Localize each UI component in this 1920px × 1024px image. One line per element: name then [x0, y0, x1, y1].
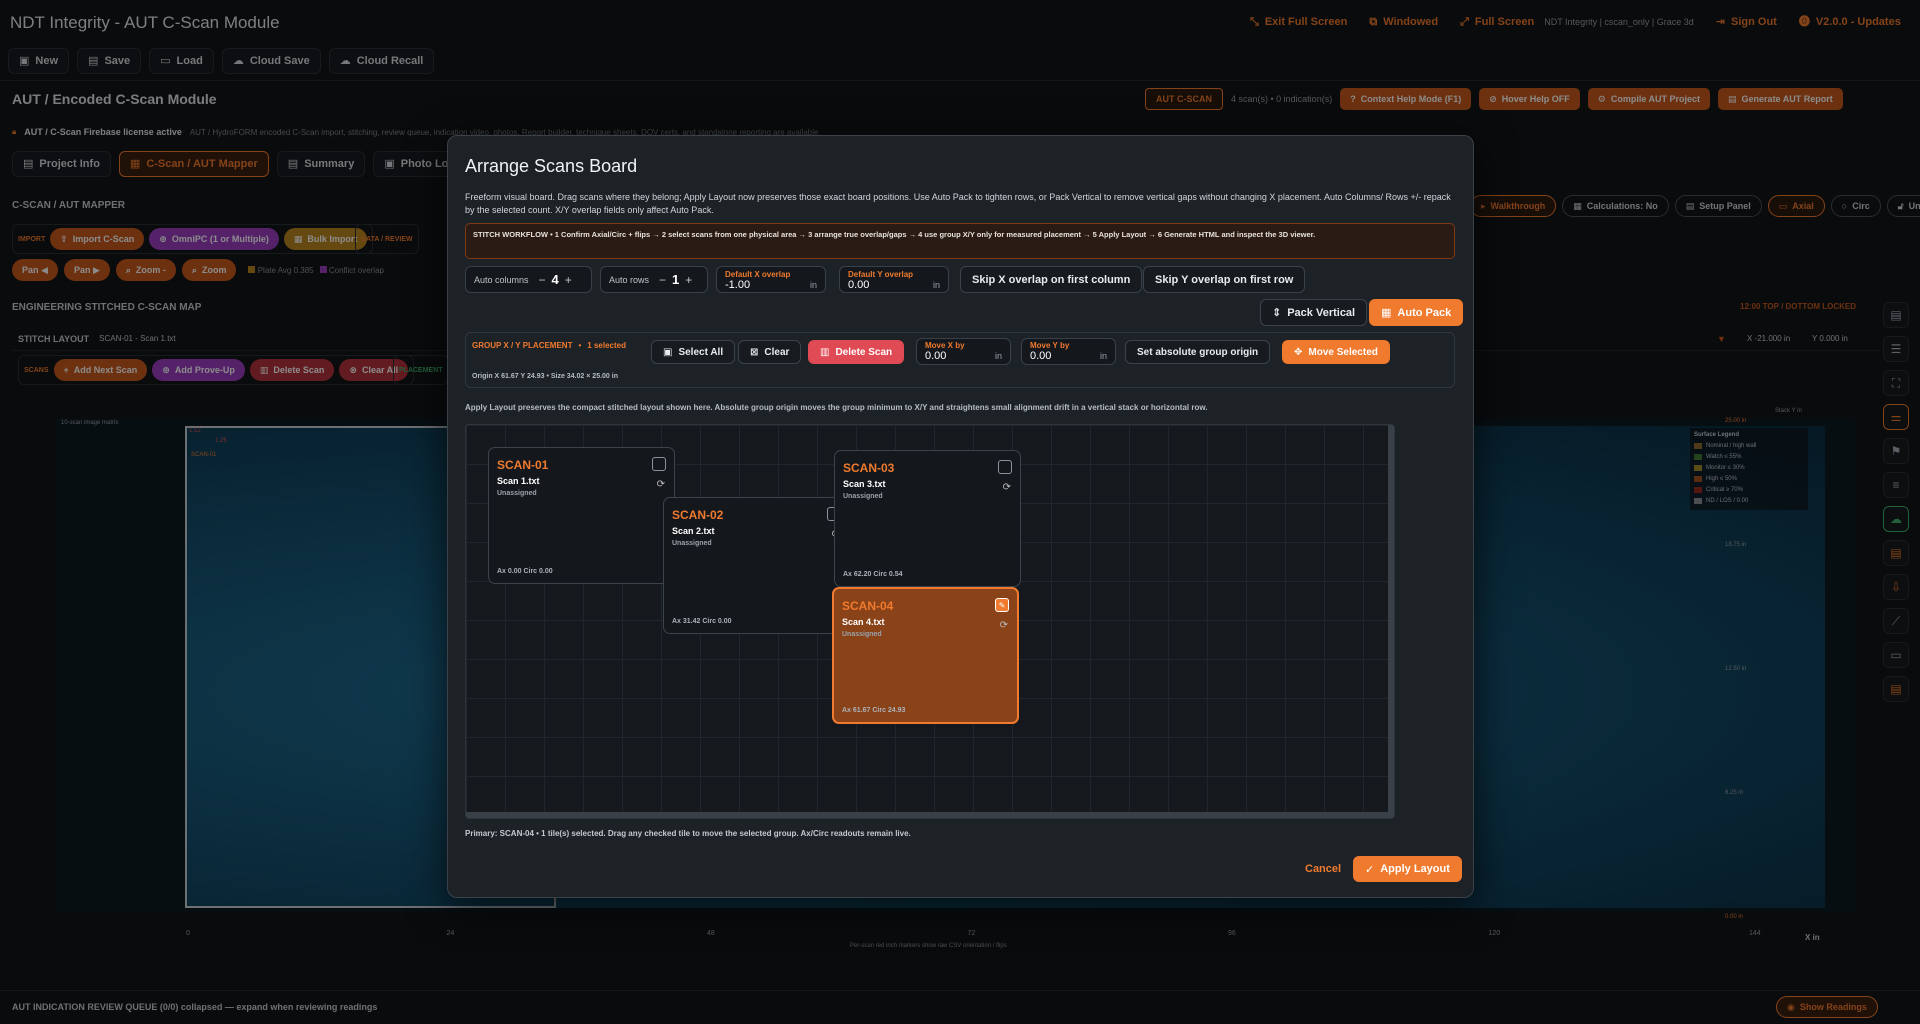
skip-y-overlap-toggle[interactable]: Skip Y overlap on first row: [1143, 266, 1306, 293]
check-icon: ✓: [1365, 863, 1375, 876]
grid-icon: ▦: [1381, 307, 1392, 319]
scan-tile[interactable]: SCAN-03 Scan 3.txt Unassigned Ax 62.20 Circ…: [834, 450, 1021, 587]
tile-readout: Ax 62.20 Circ 0.54: [843, 571, 903, 578]
move-selected-button[interactable]: ✥ Move Selected: [1282, 340, 1390, 364]
tile-file: Scan 4.txt: [842, 617, 885, 627]
scan-tile[interactable]: SCAN-04 Scan 4.txt Unassigned Ax 61.67 Circ…: [832, 587, 1019, 724]
pack-vertical-button[interactable]: ⇕ Pack Vertical: [1260, 299, 1368, 326]
auto-rows-label: Auto rows: [609, 274, 650, 285]
delete-scan-button[interactable]: ▥ Delete Scan: [808, 340, 905, 364]
skip-x-overlap-toggle[interactable]: Skip X overlap on first column: [960, 266, 1143, 293]
group-placement-header: GROUP X / Y PLACEMENT • 1 selected: [472, 341, 626, 350]
select-all-button[interactable]: ▣ Select All: [651, 340, 736, 364]
tile-status: Unassigned: [672, 540, 712, 547]
rotate-icon[interactable]: ⟳: [1003, 482, 1011, 493]
group-placement-label: GROUP X / Y PLACEMENT: [472, 341, 573, 350]
tile-file: Scan 1.txt: [497, 476, 540, 486]
y-overlap-label: Default Y overlap: [848, 269, 914, 279]
tile-status: Unassigned: [842, 631, 882, 638]
selected-count: 1 selected: [587, 341, 626, 350]
select-all-icon: ▣: [663, 346, 673, 358]
trash-icon: ▥: [820, 346, 830, 358]
tile-readout: Ax 31.42 Circ 0.00: [672, 618, 732, 625]
scan-tile[interactable]: SCAN-01 Scan 1.txt Unassigned Ax 0.00 Circ …: [488, 447, 675, 584]
board-vertical-scrollbar[interactable]: [1388, 425, 1394, 818]
x-overlap-value[interactable]: -1.00: [725, 279, 750, 291]
modal-title: Arrange Scans Board: [465, 156, 638, 176]
rotate-icon[interactable]: ⟳: [657, 479, 665, 490]
tile-id: SCAN-03: [843, 461, 895, 475]
tile-status: Unassigned: [843, 493, 883, 500]
increment-columns-button[interactable]: +: [565, 273, 572, 287]
increment-rows-button[interactable]: +: [685, 273, 692, 287]
y-overlap-unit: in: [932, 279, 940, 290]
x-overlap-unit: in: [809, 279, 817, 290]
y-overlap-value[interactable]: 0.00: [848, 279, 869, 291]
auto-rows-value[interactable]: 1: [672, 272, 679, 287]
auto-pack-button[interactable]: ▦ Auto Pack: [1369, 299, 1464, 326]
tile-checkbox[interactable]: ✎: [995, 598, 1009, 612]
tile-status: Unassigned: [497, 490, 537, 497]
auto-columns-stepper: Auto columns − 4 +: [465, 266, 592, 293]
default-x-overlap-field[interactable]: Default X overlap -1.00 in: [716, 266, 826, 293]
stitch-workflow-banner: STITCH WORKFLOW • 1 Confirm Axial/Circ +…: [465, 223, 1455, 259]
move-icon: ✥: [1294, 346, 1303, 358]
move-x-value[interactable]: 0.00: [925, 350, 946, 362]
cancel-button[interactable]: Cancel: [1305, 863, 1341, 875]
tile-file: Scan 3.txt: [843, 479, 886, 489]
move-y-label: Move Y by: [1030, 341, 1070, 350]
tile-id: SCAN-04: [842, 599, 894, 613]
tile-id: SCAN-02: [672, 508, 724, 522]
group-placement-panel: GROUP X / Y PLACEMENT • 1 selected ▣ Select…: [465, 332, 1455, 388]
decrement-columns-button[interactable]: −: [539, 273, 546, 287]
selection-footer-note: Primary: SCAN-04 • 1 tile(s) selected. D…: [465, 829, 911, 838]
scan-tile[interactable]: SCAN-02 Scan 2.txt Unassigned Ax 31.42 Circ…: [663, 497, 850, 634]
x-overlap-label: Default X overlap: [725, 269, 791, 279]
group-origin-info: Origin X 61.67 Y 24.93 • Size 34.02 × 25…: [472, 373, 618, 380]
clear-selection-icon: ⊠: [750, 346, 759, 358]
pack-vertical-icon: ⇕: [1272, 307, 1282, 319]
clear-selection-button[interactable]: ⊠ Clear: [738, 340, 802, 364]
modal-description: Freeform visual board. Drag scans where …: [465, 192, 1451, 215]
tile-file: Scan 2.txt: [672, 526, 715, 536]
tile-readout: Ax 0.00 Circ 0.00: [497, 568, 553, 575]
layout-note: Apply Layout preserves the compact stitc…: [465, 403, 1208, 412]
tile-checkbox[interactable]: [652, 457, 666, 471]
scan-board[interactable]: SCAN-01 Scan 1.txt Unassigned Ax 0.00 Circ …: [465, 424, 1395, 819]
auto-columns-label: Auto columns: [474, 274, 529, 285]
auto-rows-stepper: Auto rows − 1 +: [600, 266, 708, 293]
move-y-value[interactable]: 0.00: [1030, 350, 1051, 362]
auto-columns-value[interactable]: 4: [552, 272, 559, 287]
rotate-icon[interactable]: ⟳: [1000, 620, 1008, 631]
tile-id: SCAN-01: [497, 458, 549, 472]
move-x-label: Move X by: [925, 341, 965, 350]
apply-layout-button[interactable]: ✓ Apply Layout: [1353, 856, 1462, 882]
board-horizontal-scrollbar[interactable]: [466, 812, 1394, 818]
set-group-origin-button[interactable]: Set absolute group origin: [1125, 340, 1271, 364]
move-x-unit: in: [994, 351, 1002, 361]
decrement-rows-button[interactable]: −: [659, 273, 666, 287]
default-y-overlap-field[interactable]: Default Y overlap 0.00 in: [839, 266, 949, 293]
move-x-field[interactable]: Move X by 0.00 in: [916, 338, 1011, 365]
arrange-scans-modal: Arrange Scans Board Freeform visual boar…: [447, 135, 1474, 898]
move-y-unit: in: [1099, 351, 1107, 361]
tile-checkbox[interactable]: [998, 460, 1012, 474]
move-y-field[interactable]: Move Y by 0.00 in: [1021, 338, 1116, 365]
tile-readout: Ax 61.67 Circ 24.93: [842, 707, 906, 714]
